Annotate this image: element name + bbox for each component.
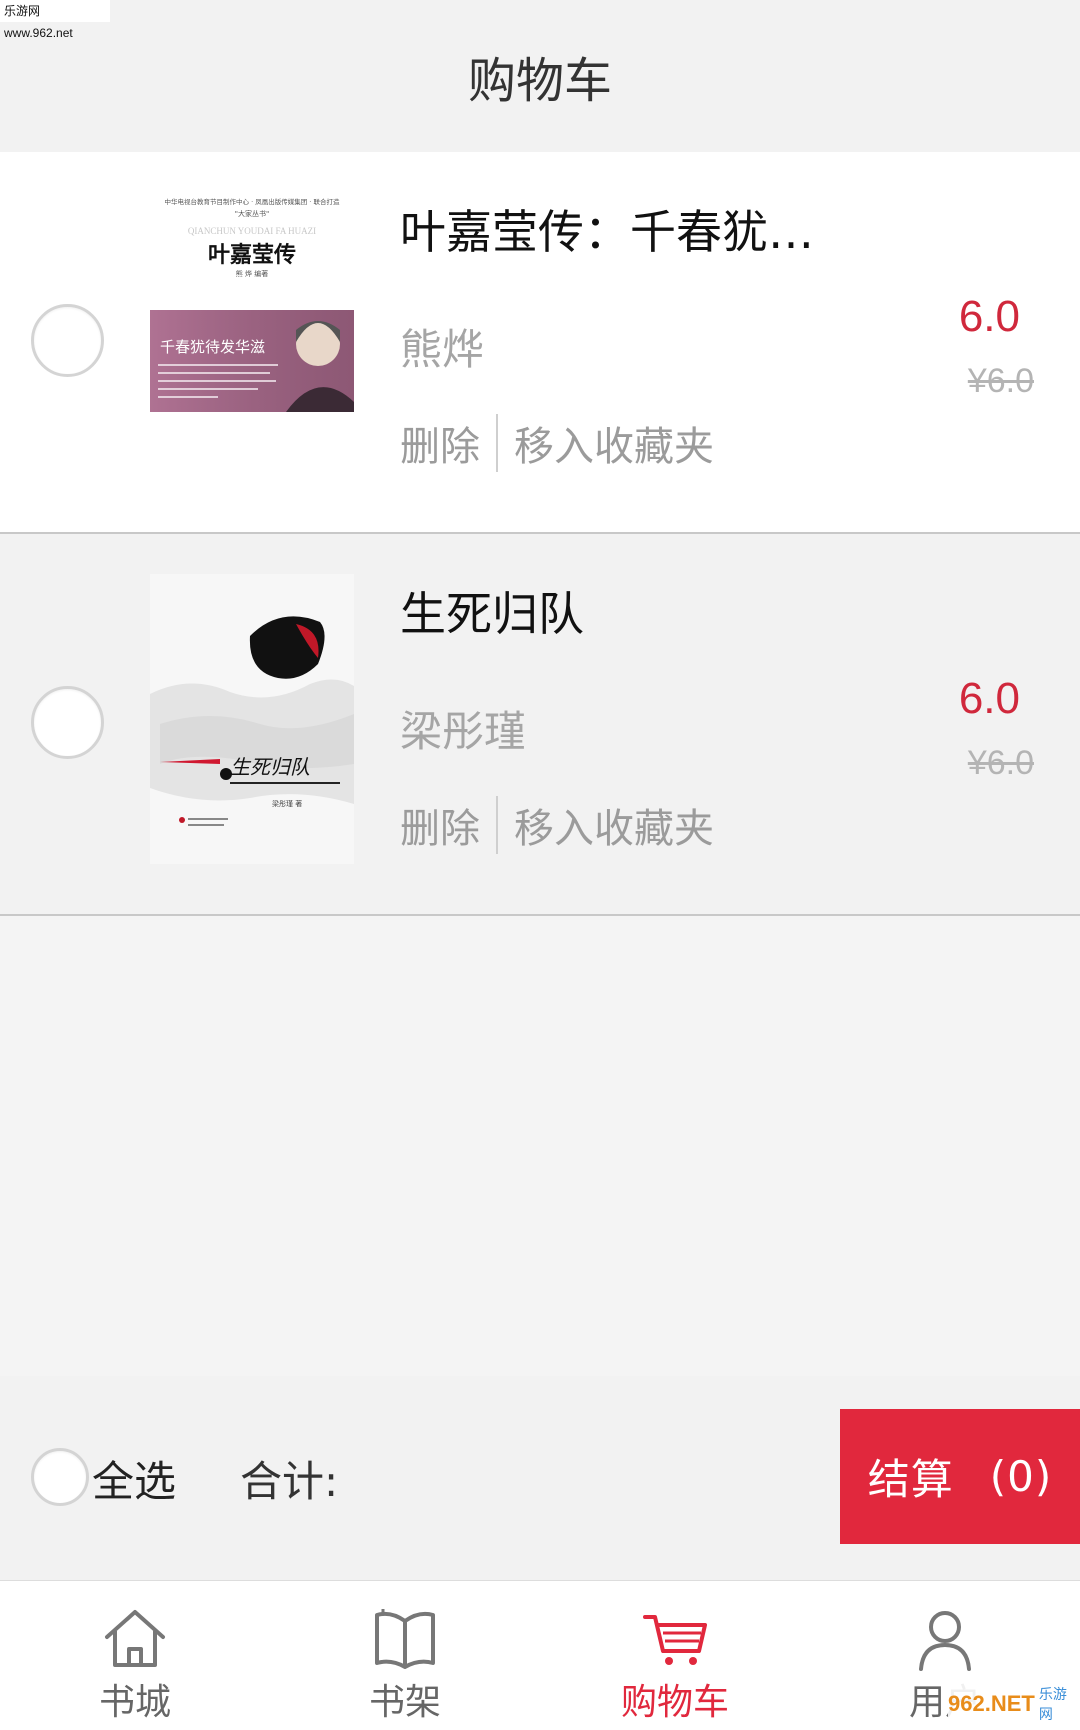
tab-label: 书架 [368, 1682, 441, 1723]
cover-book-author: 梁彤瑾 著 [272, 799, 302, 808]
item-price: 6.0 [958, 292, 1020, 341]
cover-subtitle: 千春犹待发华滋 [160, 338, 265, 356]
tab-label: 购物车 [620, 1682, 729, 1723]
item-select-radio[interactable] [31, 686, 104, 759]
item-price: 6.0 [958, 674, 1020, 723]
page-header: 购物车 [0, 0, 1080, 152]
cover-book-title: 叶嘉莹传 [208, 242, 296, 268]
move-to-favorites-button[interactable]: 移入收藏夹 [514, 796, 714, 854]
book-title[interactable]: 生死归队 [400, 578, 584, 644]
watermark-logo: 962.NET 乐游网 [948, 1682, 1076, 1726]
checkout-button[interactable]: 结算 (0) [840, 1409, 1080, 1544]
book-title[interactable]: 叶嘉莹传：千春犹… [400, 196, 814, 262]
checkout-summary-bar: 全选 合计: 结算 (0) [0, 1376, 1080, 1580]
bottom-tab-bar: 书城 书架 购物车 用户 [0, 1580, 1080, 1730]
watermark-logo-text: 962.NET [948, 1691, 1035, 1716]
checkout-count: (0) [989, 1452, 1053, 1501]
book-cover[interactable]: 中华电视台教育节目制作中心 · 凤凰出版传媒集团 · 联合打造 "大家丛书" Q… [150, 192, 354, 482]
book-author: 梁彤瑾 [400, 707, 527, 756]
tab-label: 书城 [98, 1682, 171, 1723]
cover-calligraphy: 生死归队 [230, 755, 310, 779]
item-original-price: ¥6.0 [967, 744, 1034, 782]
cover-book-author: 熊 烨 编著 [236, 269, 268, 278]
total-label: 合计: [240, 1457, 339, 1506]
book-author: 熊烨 [400, 325, 485, 374]
cart-item[interactable]: 中华电视台教育节目制作中心 · 凤凰出版传媒集团 · 联合打造 "大家丛书" Q… [0, 152, 1080, 534]
cart-icon [643, 1615, 707, 1665]
watermark-sub-text: 乐游网 [1038, 1687, 1067, 1723]
home-icon [105, 1610, 165, 1667]
cart-item[interactable]: 生死归队 梁彤瑾 著 生死归队 梁彤瑾 删除 移入收藏夹 6.0 ¥6.0 [0, 534, 1080, 916]
cover-series: "大家丛书" [235, 209, 269, 218]
book-cover[interactable]: 生死归队 梁彤瑾 著 [150, 574, 354, 864]
tab-bookshelf[interactable]: 书架 [270, 1581, 540, 1730]
action-divider [496, 796, 498, 854]
delete-button[interactable]: 删除 [400, 796, 480, 854]
action-divider [496, 414, 498, 472]
item-select-radio[interactable] [31, 304, 104, 377]
item-original-price: ¥6.0 [967, 362, 1034, 400]
item-actions: 删除 移入收藏夹 [400, 796, 714, 854]
page-title: 购物车 [467, 53, 612, 109]
select-all-label[interactable]: 全选 [92, 1448, 176, 1509]
item-actions: 删除 移入收藏夹 [400, 414, 714, 472]
move-to-favorites-button[interactable]: 移入收藏夹 [514, 414, 714, 472]
watermark-top: 乐游网 www.962.net [0, 0, 110, 40]
tab-cart[interactable]: 购物车 [540, 1581, 810, 1730]
checkout-label: 结算 [867, 1455, 954, 1504]
cover-pinyin: QIANCHUN YOUDAI FA HUAZI [188, 226, 316, 236]
delete-button[interactable]: 删除 [400, 414, 480, 472]
tab-bookstore[interactable]: 书城 [0, 1581, 270, 1730]
open-book-icon [375, 1609, 435, 1669]
user-icon [919, 1611, 971, 1671]
select-all-radio[interactable] [31, 1448, 89, 1506]
cover-small-top: 中华电视台教育节目制作中心 · 凤凰出版传媒集团 · 联合打造 [165, 197, 340, 206]
